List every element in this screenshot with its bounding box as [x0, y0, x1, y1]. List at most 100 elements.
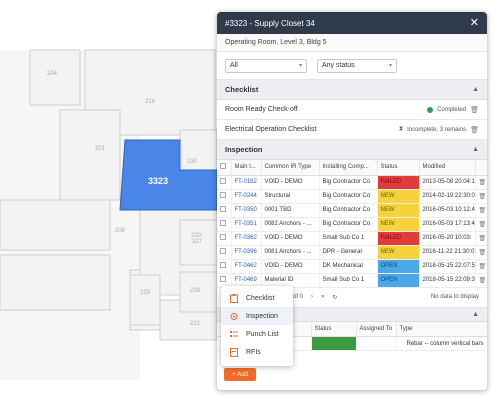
inspection-id-link[interactable]: FT-0462 [231, 259, 262, 274]
column-header[interactable]: Main I... [231, 160, 262, 176]
menu-item-label: Checklist [246, 294, 275, 302]
checklist-item[interactable]: Electrical Operation Checklist ⧗ Incompl… [217, 120, 487, 140]
checklist-heading: Checklist [225, 85, 259, 94]
table-row[interactable]: FT-0396 0081 Anchors - ... DPR - General NE… [217, 245, 487, 260]
company-cell: Big Contractor Co [319, 189, 378, 204]
select-all-checkbox[interactable] [217, 160, 232, 176]
room-label: 230 [187, 159, 198, 165]
panel-title: #3323 - Supply Closet 34 [225, 18, 315, 28]
room-block-a [0, 199, 111, 251]
inspection-table: Main I... Common IR Type Installing Comp… [217, 160, 487, 288]
checklist-section-header[interactable]: Checklist ▲ [217, 80, 487, 100]
row-checkbox[interactable] [217, 203, 232, 218]
status-cell: NEW [377, 189, 420, 204]
column-header[interactable]: Common IR Type [261, 160, 320, 176]
assignee-filter-select[interactable]: All ▾ [225, 58, 307, 73]
table-row[interactable]: FT-0350 0001 TBD Big Contractor Co NEW 2016-… [217, 203, 487, 218]
chevron-up-icon[interactable]: ▲ [472, 311, 479, 318]
trash-icon[interactable]: 🗑 [475, 189, 487, 204]
column-header[interactable]: Modified [419, 160, 476, 176]
column-header[interactable]: Installing Comp... [319, 160, 378, 176]
inspection-id-link[interactable]: FT-0182 [231, 175, 262, 190]
column-header-spacer [475, 160, 487, 176]
company-cell: Big Contractor Co [319, 175, 378, 190]
table-row[interactable]: FT-0244 Structural Big Contractor Co NEW 201… [217, 189, 487, 204]
hourglass-icon: ⧗ [398, 126, 404, 132]
type-cell: Rebar -- column vertical bars [396, 336, 487, 351]
menu-item-inspection[interactable]: Inspection [221, 307, 293, 325]
modified-cell: 2013-05-08 20:04:1 [419, 175, 476, 190]
table-row[interactable]: FT-0182 VOID - DEMO Big Contractor Co FAILE… [217, 175, 487, 190]
company-cell: Big Contractor Co [319, 203, 378, 218]
add-button[interactable]: + Add [224, 368, 256, 381]
menu-item-rfis[interactable]: RFIs [221, 343, 293, 361]
table-header-row: Main I... Common IR Type Installing Comp… [217, 160, 487, 176]
status-cell [311, 336, 357, 351]
checklist-item-name: Room Ready Check-off [225, 106, 298, 113]
trash-icon[interactable]: 🗑 [475, 273, 487, 288]
ir-type-cell: 0081 Anchors - ... [261, 245, 320, 260]
chevron-down-icon: ▾ [298, 63, 302, 69]
close-icon[interactable]: ✕ [470, 17, 479, 29]
row-checkbox[interactable] [217, 189, 232, 204]
room-label: 229 [140, 290, 151, 296]
inspection-id-link[interactable]: FT-0350 [231, 203, 262, 218]
menu-item-checklist[interactable]: Checklist [221, 289, 293, 307]
chevron-up-icon[interactable]: ▲ [472, 146, 479, 153]
company-cell: Big Contractor Co [319, 217, 378, 232]
room-label: 228 [190, 288, 201, 294]
company-cell: DPR - General [319, 245, 378, 260]
filter-bar: All ▾ Any status ▾ [217, 52, 487, 80]
company-cell: Small Sub Co 1 [319, 231, 378, 246]
table-row[interactable]: FT-0351 0082 Anchors - ... Big Contractor … [217, 217, 487, 232]
row-checkbox[interactable] [217, 273, 232, 288]
inspection-id-link[interactable]: FT-0362 [231, 231, 262, 246]
ir-type-cell: 0082 Anchors - ... [261, 217, 320, 232]
status-cell: NEW [377, 245, 420, 260]
table-row[interactable]: FT-0469 Material ID Small Sub Co 1 OPEN 2018… [217, 273, 487, 288]
ir-type-cell: 0001 TBD [261, 203, 320, 218]
inspection-id-link[interactable]: FT-0244 [231, 189, 262, 204]
clipboard-icon [230, 293, 238, 303]
trash-icon[interactable]: 🗑 [470, 106, 479, 114]
column-header[interactable]: Assigned To [356, 321, 397, 337]
row-checkbox[interactable] [217, 175, 232, 190]
checklist-item-status: Incomplete, 3 remains [407, 126, 467, 133]
company-cell: Small Sub Co 1 [319, 273, 378, 288]
row-checkbox[interactable] [217, 259, 232, 274]
column-header[interactable]: Status [377, 160, 420, 176]
column-header[interactable]: Status [311, 321, 357, 337]
table-row[interactable]: FT-0362 VOID - DEMO Small Sub Co 1 FAILED 20… [217, 231, 487, 246]
modified-cell: 2016-11-22 21:30:0 [419, 245, 476, 260]
trash-icon[interactable]: 🗑 [470, 126, 479, 134]
status-filter-value: Any status [322, 62, 355, 69]
last-page-icon[interactable]: » [321, 294, 324, 300]
inspection-id-link[interactable]: FT-0469 [231, 273, 262, 288]
checklist-item[interactable]: Room Ready Check-off Completed 🗑 [217, 100, 487, 120]
trash-icon[interactable]: 🗑 [475, 231, 487, 246]
inspection-id-link[interactable]: FT-0396 [231, 245, 262, 260]
menu-item-punch-list[interactable]: Punch List [221, 325, 293, 343]
row-checkbox[interactable] [217, 245, 232, 260]
inspection-id-link[interactable]: FT-0351 [231, 217, 262, 232]
room-label: 227 [192, 239, 203, 245]
checklist-item-name: Electrical Operation Checklist [225, 126, 317, 133]
trash-icon[interactable]: 🗑 [475, 175, 487, 190]
checklist-item-status: Completed [437, 106, 467, 113]
trash-icon[interactable]: 🗑 [475, 245, 487, 260]
trash-icon[interactable]: 🗑 [475, 203, 487, 218]
row-checkbox[interactable] [217, 217, 232, 232]
ir-type-cell: VOID - DEMO [261, 175, 320, 190]
refresh-icon[interactable]: ↻ [332, 294, 337, 301]
column-header[interactable]: Type [396, 321, 487, 337]
next-page-icon[interactable]: › [311, 294, 313, 300]
table-row[interactable]: FT-0462 VOID - DEMO DK Mechanical OPEN 2018-… [217, 259, 487, 274]
ir-type-cell: Material ID [261, 273, 320, 288]
menu-item-label: Inspection [246, 312, 278, 320]
trash-icon[interactable]: 🗑 [475, 217, 487, 232]
status-filter-select[interactable]: Any status ▾ [317, 58, 397, 73]
row-checkbox[interactable] [217, 231, 232, 246]
chevron-up-icon[interactable]: ▲ [472, 86, 479, 93]
trash-icon[interactable]: 🗑 [475, 259, 487, 274]
inspection-section-header[interactable]: Inspection ▲ [217, 140, 487, 160]
